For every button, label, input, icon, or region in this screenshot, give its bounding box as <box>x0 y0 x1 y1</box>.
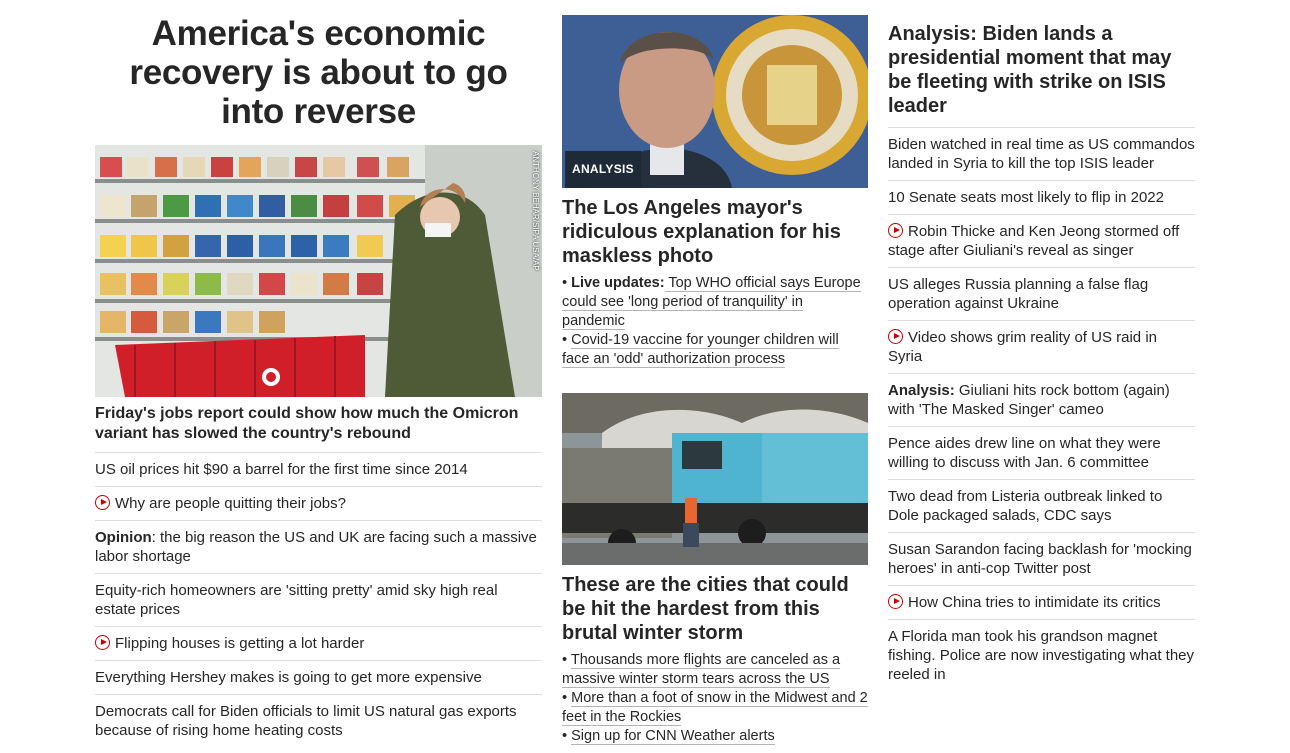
headline-text: How China tries to intimidate its critic… <box>908 594 1161 611</box>
video-play-icon <box>95 495 110 510</box>
photo-credit: ANTHONY BEHAR/SIPA USA/AP <box>531 151 540 271</box>
headline-link[interactable]: Susan Sarandon facing backlash for 'mock… <box>888 533 1195 586</box>
headline-link[interactable]: Why are people quitting their jobs? <box>95 487 542 521</box>
lead-headline[interactable]: America's economic recovery is about to … <box>95 14 542 131</box>
bullet-dot-icon: • <box>562 728 572 744</box>
headline-text: Democrats call for Biden officials to li… <box>95 703 517 739</box>
related-link-text: Sign up for CNN Weather alerts <box>571 728 775 745</box>
headline-text: US oil prices hit $90 a barrel for the f… <box>95 461 468 478</box>
headline-text: Equity-rich homeowners are 'sitting pret… <box>95 582 498 618</box>
related-link[interactable]: • Live updates: Top WHO official says Eu… <box>562 274 868 331</box>
right-story-list: Biden watched in real time as US command… <box>888 128 1195 691</box>
grocery-shelf-illustration <box>95 145 542 397</box>
lead-photo-grocery-shopper[interactable]: ANTHONY BEHAR/SIPA USA/AP <box>95 145 542 397</box>
headline-link[interactable]: 10 Senate seats most likely to flip in 2… <box>888 181 1195 215</box>
related-link[interactable]: • More than a foot of snow in the Midwes… <box>562 689 868 727</box>
headline-text: Biden watched in real time as US command… <box>888 136 1195 172</box>
headline-text: Flipping houses is getting a lot harder <box>115 635 365 652</box>
bullet-dot-icon: • <box>562 690 572 706</box>
biden-analysis-headline[interactable]: Analysis: Biden lands a presidential mom… <box>888 22 1195 128</box>
headline-link[interactable]: US oil prices hit $90 a barrel for the f… <box>95 453 542 487</box>
related-link-text: Covid-19 vaccine for younger children wi… <box>562 332 839 368</box>
middle-column: ANALYSIS The Los Angeles mayor's ridicul… <box>562 0 868 746</box>
headline-link[interactable]: Everything Hershey makes is going to get… <box>95 661 542 695</box>
headline-link[interactable]: Biden watched in real time as US command… <box>888 128 1195 181</box>
headline-text: Two dead from Listeria outbreak linked t… <box>888 488 1163 524</box>
headline-link[interactable]: Equity-rich homeowners are 'sitting pret… <box>95 574 542 627</box>
snow-plow-trucks-illustration <box>562 393 868 565</box>
headline-link[interactable]: US alleges Russia planning a false flag … <box>888 268 1195 321</box>
winter-storm-headline[interactable]: These are the cities that could be hit t… <box>562 573 868 645</box>
video-play-icon <box>95 635 110 650</box>
headline-link[interactable]: Video shows grim reality of US raid in S… <box>888 321 1195 374</box>
video-play-icon <box>888 329 903 344</box>
headline-text: 10 Senate seats most likely to flip in 2… <box>888 189 1164 206</box>
headline-text: Susan Sarandon facing backlash for 'mock… <box>888 541 1192 577</box>
video-play-icon <box>888 594 903 609</box>
left-story-list: US oil prices hit $90 a barrel for the f… <box>95 453 542 747</box>
headline-label: Analysis: <box>888 382 955 399</box>
headline-label: Opinion <box>95 529 152 546</box>
headline-text: Why are people quitting their jobs? <box>115 495 346 512</box>
bullet-dot-icon: • <box>562 652 571 668</box>
lead-subheadline[interactable]: Friday's jobs report could show how much… <box>95 404 542 453</box>
story-photo-snow-plows[interactable] <box>562 393 868 565</box>
bullet-dot-icon: • <box>562 275 572 291</box>
headline-link[interactable]: Analysis: Giuliani hits rock bottom (aga… <box>888 374 1195 427</box>
related-link[interactable]: • Thousands more flights are canceled as… <box>562 651 868 689</box>
related-link[interactable]: • Sign up for CNN Weather alerts <box>562 727 868 746</box>
headline-text: Robin Thicke and Ken Jeong stormed off s… <box>888 223 1180 259</box>
headline-text: Video shows grim reality of US raid in S… <box>888 329 1157 365</box>
headline-text: : the big reason the US and UK are facin… <box>95 529 537 565</box>
headline-link[interactable]: How China tries to intimidate its critic… <box>888 586 1195 620</box>
related-link-label: Live updates: <box>571 275 665 291</box>
headline-text: A Florida man took his grandson magnet f… <box>888 628 1195 683</box>
headline-text: Pence aides drew line on what they were … <box>888 435 1161 471</box>
bullet-dot-icon: • <box>562 332 572 348</box>
headline-link[interactable]: Robin Thicke and Ken Jeong stormed off s… <box>888 215 1195 268</box>
related-link-text: Thousands more flights are canceled as a… <box>562 652 841 688</box>
headline-link[interactable]: Democrats call for Biden officials to li… <box>95 695 542 747</box>
headline-text: Everything Hershey makes is going to get… <box>95 669 482 686</box>
related-link-text: More than a foot of snow in the Midwest … <box>562 690 868 726</box>
mayor-story-headline[interactable]: The Los Angeles mayor's ridiculous expla… <box>562 196 868 268</box>
story-photo-la-mayor[interactable]: ANALYSIS <box>562 15 868 188</box>
mayor-story-related-links: • Live updates: Top WHO official says Eu… <box>562 274 868 369</box>
left-column: America's economic recovery is about to … <box>95 0 542 747</box>
headline-link[interactable]: Two dead from Listeria outbreak linked t… <box>888 480 1195 533</box>
video-play-icon <box>888 223 903 238</box>
headline-link[interactable]: Opinion: the big reason the US and UK ar… <box>95 521 542 574</box>
related-link[interactable]: • Covid-19 vaccine for younger children … <box>562 331 868 369</box>
winter-storm-related-links: • Thousands more flights are canceled as… <box>562 651 868 746</box>
headline-text: US alleges Russia planning a false flag … <box>888 276 1149 312</box>
headline-link[interactable]: Flipping houses is getting a lot harder <box>95 627 542 661</box>
right-column: Analysis: Biden lands a presidential mom… <box>888 0 1195 691</box>
headline-link[interactable]: A Florida man took his grandson magnet f… <box>888 620 1195 691</box>
headline-link[interactable]: Pence aides drew line on what they were … <box>888 427 1195 480</box>
lead-headline-link[interactable]: America's economic recovery is about to … <box>129 14 507 131</box>
analysis-badge: ANALYSIS <box>565 151 641 188</box>
